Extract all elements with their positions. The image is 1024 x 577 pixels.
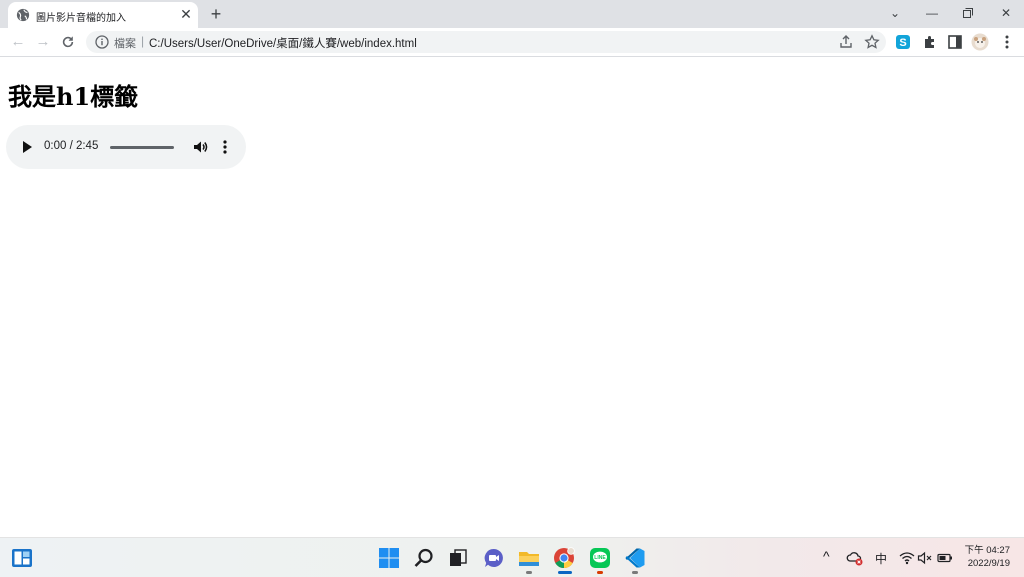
ime-indicator[interactable]: 中	[875, 550, 887, 567]
address-separator: |	[141, 34, 145, 48]
audio-time: 0:00 / 2:45	[44, 140, 99, 152]
restore-button[interactable]	[957, 4, 979, 22]
file-explorer-icon[interactable]	[518, 547, 540, 569]
running-indicator	[632, 571, 638, 574]
play-icon[interactable]	[23, 141, 32, 153]
extension-s-icon[interactable]: S	[895, 33, 913, 51]
chevron-up-icon[interactable]: ^	[823, 548, 830, 564]
running-indicator	[526, 571, 532, 574]
close-icon[interactable]: ✕	[178, 6, 194, 22]
browser-toolbar: ← → 檔案 | C:/Users/User/OneDrive/桌面/鐵人賽/w…	[0, 28, 1024, 57]
tab-strip: 圖片影片音檔的加入 ✕ + ⌄ — ✕	[0, 0, 1024, 28]
page-heading: 我是h1標籤	[8, 82, 139, 111]
share-icon[interactable]	[838, 34, 854, 50]
globe-icon	[16, 8, 30, 22]
new-tab-button[interactable]: +	[206, 4, 226, 24]
search-icon[interactable]	[413, 547, 435, 569]
running-indicator	[597, 571, 603, 574]
tab-search-chevron-icon[interactable]: ⌄	[884, 4, 906, 22]
more-options-icon[interactable]	[218, 138, 232, 156]
chat-icon[interactable]	[483, 547, 505, 569]
task-view-icon[interactable]	[447, 547, 469, 569]
puzzle-icon[interactable]	[921, 33, 939, 51]
audio-player[interactable]: 0:00 / 2:45	[6, 125, 246, 169]
minimize-button[interactable]: —	[921, 4, 943, 22]
battery-icon[interactable]	[937, 550, 953, 566]
system-clock[interactable]: 下午 04:27 2022/9/19	[965, 544, 1010, 570]
clock-date: 2022/9/19	[967, 558, 1010, 569]
windows-taskbar: LINE ^ 中 下午 04:27 2022/9/19	[0, 537, 1024, 577]
start-icon[interactable]	[378, 547, 400, 569]
address-bar[interactable]: 檔案 | C:/Users/User/OneDrive/桌面/鐵人賽/web/i…	[86, 31, 886, 53]
audio-progress-slider[interactable]	[110, 146, 174, 149]
widgets-icon[interactable]	[11, 547, 33, 569]
scheme-label: 檔案	[114, 38, 136, 50]
sidepanel-icon[interactable]	[946, 33, 964, 51]
close-window-button[interactable]: ✕	[995, 4, 1017, 22]
onedrive-warning-icon[interactable]	[846, 549, 864, 567]
back-icon[interactable]: ←	[8, 32, 28, 52]
star-icon[interactable]	[864, 34, 880, 50]
svg-text:S: S	[899, 37, 906, 49]
active-tab[interactable]: 圖片影片音檔的加入 ✕	[8, 2, 198, 28]
clock-time: 下午 04:27	[964, 545, 1010, 556]
info-icon[interactable]	[95, 35, 109, 49]
page-viewport: 我是h1標籤 0:00 / 2:45	[0, 57, 1024, 537]
wifi-icon[interactable]	[899, 550, 915, 566]
volume-icon[interactable]	[192, 138, 210, 156]
tab-title: 圖片影片音檔的加入	[36, 13, 126, 24]
vscode-icon[interactable]	[624, 547, 646, 569]
chrome-icon[interactable]	[553, 547, 575, 569]
line-icon[interactable]: LINE	[589, 547, 611, 569]
active-app-indicator	[558, 571, 572, 574]
svg-text:LINE: LINE	[594, 555, 606, 561]
forward-icon[interactable]: →	[33, 32, 53, 52]
profile-avatar-icon[interactable]	[971, 33, 989, 51]
volume-muted-icon[interactable]	[917, 550, 933, 566]
reload-icon[interactable]	[58, 32, 78, 52]
url-text[interactable]: C:/Users/User/OneDrive/桌面/鐵人賽/web/index.…	[149, 35, 417, 51]
kebab-menu-icon[interactable]	[998, 33, 1016, 51]
